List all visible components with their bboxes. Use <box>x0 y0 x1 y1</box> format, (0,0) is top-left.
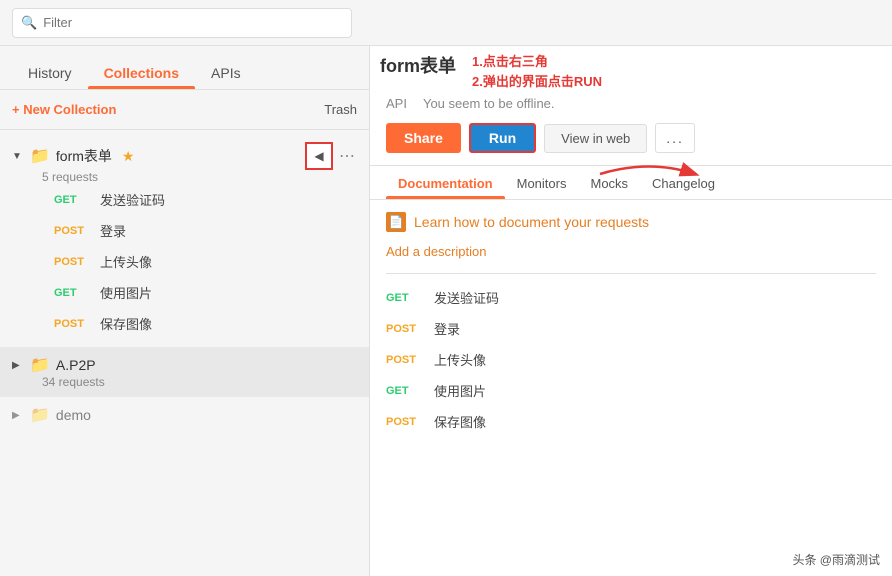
sidebar-tabs: History Collections APIs <box>0 46 369 90</box>
request-name: 保存图像 <box>434 412 486 431</box>
collection-demo[interactable]: ▶ 📁 demo <box>0 397 369 433</box>
search-box: 🔍 <box>12 8 352 38</box>
request-name: 登录 <box>100 221 126 240</box>
chevron-down-icon: ▼ <box>12 151 24 162</box>
folder-icon: 📁 <box>30 146 50 166</box>
request-name: 上传头像 <box>434 350 486 369</box>
watermark: 头条 @雨滴测试 <box>792 551 880 568</box>
collection-ap2p-header-left: ▶ 📁 A.P2P <box>12 355 96 375</box>
chevron-right-icon: ▶ <box>12 360 24 371</box>
tab-collections[interactable]: Collections <box>88 55 195 89</box>
method-badge-post: POST <box>386 323 422 335</box>
learn-link[interactable]: 📄 Learn how to document your requests <box>386 212 876 232</box>
folder-icon: 📁 <box>30 405 50 425</box>
offline-text: You seem to be offline. <box>423 96 555 111</box>
tab-changelog[interactable]: Changelog <box>640 166 727 199</box>
request-name: 保存图像 <box>100 314 152 333</box>
collapse-button[interactable]: ◀ <box>305 142 333 170</box>
collection-name[interactable]: A.P2P <box>56 357 96 373</box>
request-name: 使用图片 <box>434 381 486 400</box>
more-button[interactable]: ... <box>655 123 695 153</box>
collection-ap2p-header: ▶ 📁 A.P2P <box>12 355 357 375</box>
chevron-right-icon: ▶ <box>12 410 24 421</box>
request-name: 发送验证码 <box>434 288 499 307</box>
top-bar: 🔍 <box>0 0 892 46</box>
tab-history[interactable]: History <box>12 55 88 89</box>
method-badge-post: POST <box>54 225 90 237</box>
method-badge-get: GET <box>54 287 90 299</box>
add-description[interactable]: Add a description <box>386 244 876 259</box>
collection-requests-count: 34 requests <box>42 375 357 389</box>
method-badge-post: POST <box>386 354 422 366</box>
collection-form: ▼ 📁 form表单 ★ ◀ ⋯ 5 requests GET 发送验证码 <box>0 134 369 347</box>
sidebar-toolbar: + New Collection Trash <box>0 90 369 130</box>
request-item[interactable]: GET 发送验证码 <box>12 184 357 215</box>
star-icon: ★ <box>122 148 135 165</box>
request-name: 使用图片 <box>100 283 152 302</box>
folder-icon: 📁 <box>30 355 50 375</box>
right-panel-tabs: Documentation Monitors Mocks Changelog <box>370 166 892 200</box>
collection-list: ▼ 📁 form表单 ★ ◀ ⋯ 5 requests GET 发送验证码 <box>0 130 369 576</box>
trash-button[interactable]: Trash <box>324 102 357 117</box>
request-item[interactable]: POST 上传头像 <box>12 246 357 277</box>
request-name: 登录 <box>434 319 460 338</box>
collection-form-header: ▼ 📁 form表单 ★ ◀ ⋯ <box>12 142 357 170</box>
method-badge-post: POST <box>386 416 422 428</box>
run-button[interactable]: Run <box>469 123 536 153</box>
request-name: 发送验证码 <box>100 190 165 209</box>
right-request-item[interactable]: GET 发送验证码 <box>386 282 876 313</box>
search-input[interactable] <box>43 15 343 30</box>
collection-name[interactable]: form表单 <box>56 146 112 166</box>
right-request-item[interactable]: POST 上传头像 <box>386 344 876 375</box>
collection-ap2p[interactable]: ▶ 📁 A.P2P 34 requests <box>0 347 369 397</box>
tab-apis[interactable]: APIs <box>195 55 257 89</box>
sidebar: History Collections APIs + New Collectio… <box>0 46 370 576</box>
method-badge-get: GET <box>54 194 90 206</box>
share-button[interactable]: Share <box>386 123 461 153</box>
request-name: 上传头像 <box>100 252 152 271</box>
learn-link-text: Learn how to document your requests <box>414 214 649 230</box>
method-badge-post: POST <box>54 318 90 330</box>
collection-requests-count: 5 requests <box>42 170 357 184</box>
search-icon: 🔍 <box>21 15 37 31</box>
collection-form-header-left: ▼ 📁 form表单 ★ <box>12 146 134 166</box>
collection-name[interactable]: demo <box>56 407 91 423</box>
action-buttons: Share Run View in web ... <box>370 115 892 166</box>
right-request-item[interactable]: POST 保存图像 <box>386 406 876 437</box>
method-badge-get: GET <box>386 385 422 397</box>
api-row: API You seem to be offline. <box>370 46 892 115</box>
right-request-item[interactable]: GET 使用图片 <box>386 375 876 406</box>
learn-link-icon: 📄 <box>386 212 406 232</box>
divider <box>386 273 876 274</box>
method-badge-post: POST <box>54 256 90 268</box>
right-content: 📄 Learn how to document your requests Ad… <box>370 200 892 576</box>
main-layout: History Collections APIs + New Collectio… <box>0 46 892 576</box>
collection-demo-header-left: ▶ 📁 demo <box>12 405 91 425</box>
request-item[interactable]: GET 使用图片 <box>12 277 357 308</box>
tab-documentation[interactable]: Documentation <box>386 166 505 199</box>
right-panel: form表单 1.点击右三角 2.弹出的界面点击RUN API You seem… <box>370 46 892 576</box>
tab-monitors[interactable]: Monitors <box>505 166 579 199</box>
api-label: API <box>386 96 407 111</box>
request-item[interactable]: POST 登录 <box>12 215 357 246</box>
right-request-item[interactable]: POST 登录 <box>386 313 876 344</box>
collection-demo-header: ▶ 📁 demo <box>12 405 357 425</box>
more-options-button[interactable]: ⋯ <box>339 146 357 166</box>
new-collection-button[interactable]: + New Collection <box>12 98 116 121</box>
view-in-web-button[interactable]: View in web <box>544 124 647 153</box>
method-badge-get: GET <box>386 292 422 304</box>
request-item[interactable]: POST 保存图像 <box>12 308 357 339</box>
tab-mocks[interactable]: Mocks <box>578 166 640 199</box>
